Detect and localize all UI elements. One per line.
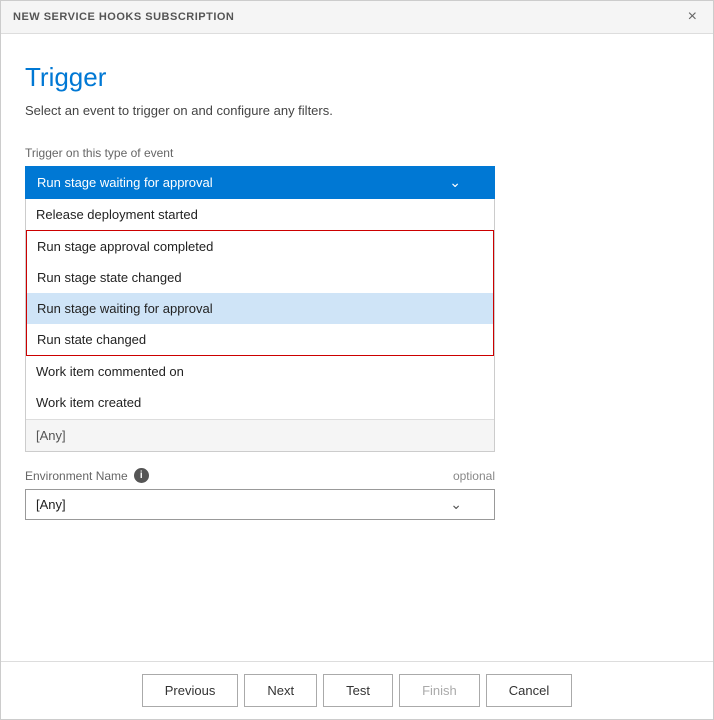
list-item[interactable]: Work item commented on <box>26 356 494 387</box>
environment-section: Environment Name i optional [Any] ⌄ <box>25 468 689 520</box>
close-button[interactable]: × <box>684 9 701 25</box>
any-filter: [Any] <box>26 419 494 451</box>
grouped-event-box: Run stage approval completed Run stage s… <box>26 230 494 356</box>
page-subtitle: Select an event to trigger on and config… <box>25 103 689 118</box>
cancel-button[interactable]: Cancel <box>486 674 572 707</box>
environment-label: Environment Name <box>25 469 128 483</box>
dialog-body: Trigger Select an event to trigger on an… <box>1 34 713 661</box>
trigger-selected-value: Run stage waiting for approval <box>37 175 213 190</box>
list-item[interactable]: Run stage waiting for approval <box>27 293 493 324</box>
test-button[interactable]: Test <box>323 674 393 707</box>
dialog-footer: Previous Next Test Finish Cancel <box>1 661 713 719</box>
env-label-row: Environment Name i optional <box>25 468 495 483</box>
env-label-left: Environment Name i <box>25 468 149 483</box>
dialog-title: NEW SERVICE HOOKS SUBSCRIPTION <box>13 11 234 23</box>
previous-button[interactable]: Previous <box>142 674 239 707</box>
trigger-field-label: Trigger on this type of event <box>25 146 689 160</box>
list-item[interactable]: Release deployment started <box>26 199 494 230</box>
trigger-dropdown-wrapper: Run stage waiting for approval ⌄ Release… <box>25 166 689 452</box>
info-icon[interactable]: i <box>134 468 149 483</box>
dialog: NEW SERVICE HOOKS SUBSCRIPTION × Trigger… <box>0 0 714 720</box>
trigger-dropdown-list: Release deployment started Run stage app… <box>25 199 495 452</box>
dialog-titlebar: NEW SERVICE HOOKS SUBSCRIPTION × <box>1 1 713 34</box>
list-item[interactable]: Run stage approval completed <box>27 231 493 262</box>
trigger-dropdown-selected[interactable]: Run stage waiting for approval ⌄ <box>25 166 495 199</box>
optional-label: optional <box>453 469 495 483</box>
next-button[interactable]: Next <box>244 674 317 707</box>
chevron-down-icon: ⌄ <box>450 496 462 513</box>
chevron-down-icon: ⌄ <box>449 174 461 191</box>
list-item[interactable]: Run state changed <box>27 324 493 355</box>
finish-button[interactable]: Finish <box>399 674 480 707</box>
list-item[interactable]: Run stage state changed <box>27 262 493 293</box>
page-title: Trigger <box>25 62 689 93</box>
trigger-dropdown-scrollable[interactable]: Release deployment started Run stage app… <box>26 199 494 419</box>
list-item[interactable]: Work item created <box>26 387 494 418</box>
environment-dropdown[interactable]: [Any] ⌄ <box>25 489 495 520</box>
env-selected-value: [Any] <box>36 497 66 512</box>
